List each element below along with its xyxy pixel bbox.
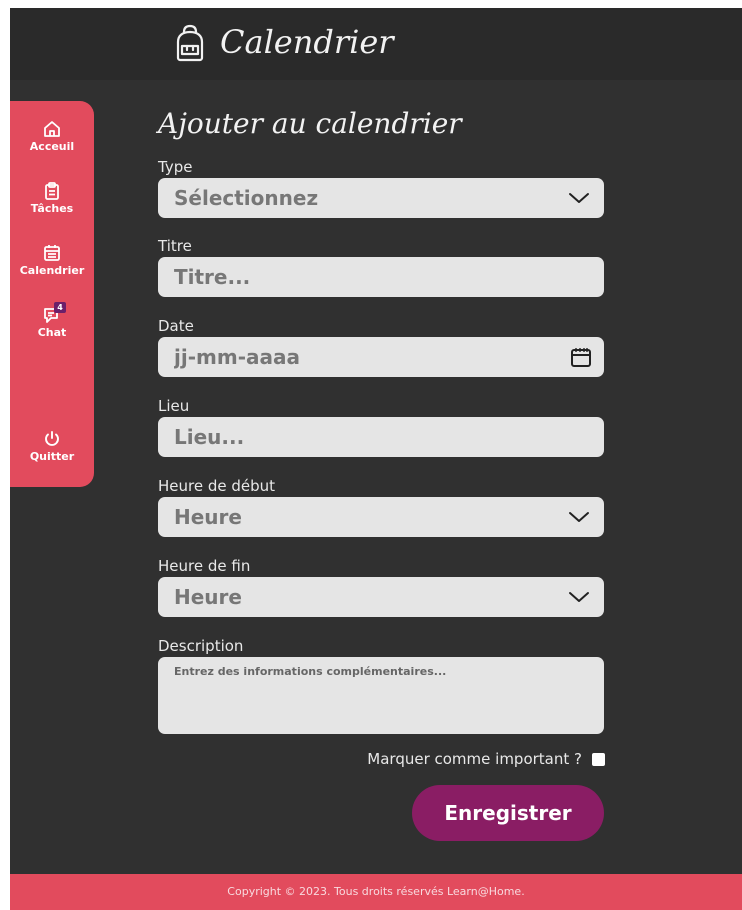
lieu-input[interactable] (158, 417, 604, 457)
sidebar: Acceuil Tâches Calendrier 4 Chat Quitter (10, 101, 94, 487)
description-textarea[interactable] (158, 657, 604, 734)
type-label: Type (158, 158, 193, 176)
sidebar-item-chat[interactable]: 4 Chat (10, 302, 94, 340)
home-icon (44, 121, 60, 137)
type-select[interactable]: Sélectionnez (158, 178, 604, 218)
description-field[interactable] (158, 657, 604, 734)
power-icon (45, 431, 59, 446)
save-button[interactable]: Enregistrer (412, 785, 604, 841)
titre-input[interactable] (158, 257, 604, 297)
sidebar-item-label: Tâches (30, 202, 74, 215)
heure-debut-label: Heure de début (158, 477, 276, 495)
sidebar-item-label: Quitter (29, 450, 75, 463)
calendar-picker-icon[interactable] (570, 346, 592, 368)
description-label: Description (158, 637, 244, 655)
date-input[interactable] (158, 337, 604, 377)
clipboard-icon (45, 182, 59, 200)
lieu-field[interactable] (158, 417, 604, 457)
important-checkbox[interactable] (592, 753, 605, 766)
chat-unread-badge: 4 (54, 302, 66, 313)
backpack-icon (176, 24, 204, 62)
heure-debut-value: Heure (174, 505, 242, 529)
sidebar-item-label: Acceuil (29, 140, 75, 153)
important-label: Marquer comme important ? (367, 750, 582, 768)
heure-debut-select[interactable]: Heure (158, 497, 604, 537)
chevron-down-icon (569, 512, 589, 522)
form-title: Ajouter au calendrier (158, 107, 462, 140)
sidebar-item-label: Chat (37, 326, 67, 339)
date-field[interactable] (158, 337, 604, 377)
chevron-down-icon (569, 193, 589, 203)
heure-fin-value: Heure (174, 585, 242, 609)
sidebar-item-taches[interactable]: Tâches (10, 181, 94, 216)
date-label: Date (158, 317, 194, 335)
calendar-icon (44, 245, 60, 261)
chat-icon-container: 4 (40, 302, 66, 325)
sidebar-item-quitter[interactable]: Quitter (10, 429, 94, 464)
sidebar-item-calendrier[interactable]: Calendrier (10, 243, 94, 278)
type-selected-value: Sélectionnez (174, 186, 319, 210)
sidebar-item-acceuil[interactable]: Acceuil (10, 119, 94, 154)
page-title: Calendrier (220, 23, 394, 61)
page-header: Calendrier (10, 8, 742, 80)
footer: Copyright © 2023. Tous droits réservés L… (10, 874, 742, 910)
app-frame: Calendrier Acceuil Tâches Calendrier 4 C… (10, 8, 742, 910)
lieu-label: Lieu (158, 397, 190, 415)
heure-fin-select[interactable]: Heure (158, 577, 604, 617)
titre-label: Titre (158, 237, 192, 255)
heure-fin-label: Heure de fin (158, 557, 251, 575)
sidebar-item-label: Calendrier (19, 264, 85, 277)
titre-field[interactable] (158, 257, 604, 297)
chevron-down-icon (569, 592, 589, 602)
